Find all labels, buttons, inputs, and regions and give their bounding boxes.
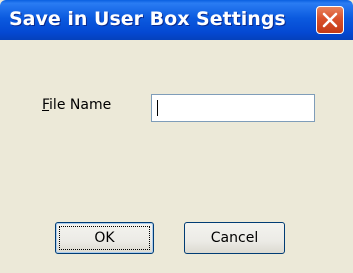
cancel-button-label: Cancel	[210, 230, 259, 246]
close-icon	[322, 12, 338, 28]
dialog-window: Save in User Box Settings File Name OK C…	[0, 0, 353, 273]
text-caret	[157, 100, 158, 116]
title-bar[interactable]: Save in User Box Settings	[0, 0, 353, 40]
file-name-label: File Name	[42, 97, 111, 113]
file-name-input[interactable]	[151, 94, 315, 122]
cancel-button[interactable]: Cancel	[184, 222, 285, 254]
ok-button[interactable]: OK	[55, 222, 154, 254]
close-button[interactable]	[316, 6, 344, 34]
dialog-title: Save in User Box Settings	[9, 8, 286, 30]
file-name-label-text: ile Name	[49, 97, 112, 113]
ok-button-label: OK	[94, 230, 115, 246]
file-name-label-accelerator: F	[42, 97, 50, 113]
